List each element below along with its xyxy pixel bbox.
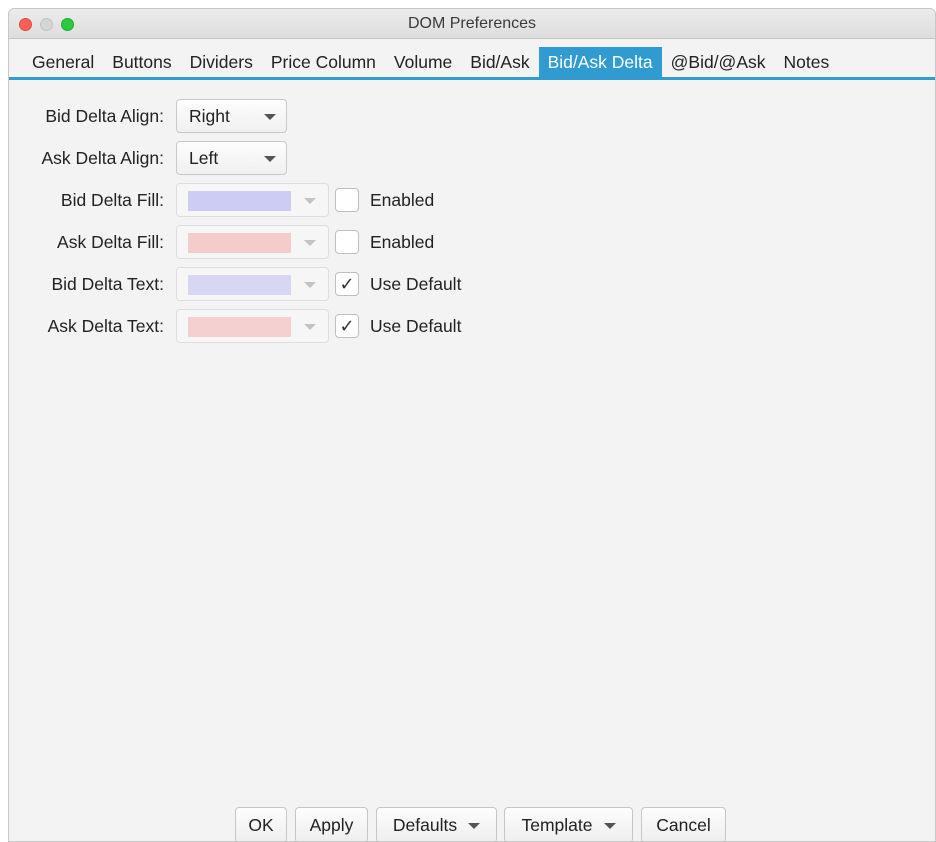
minimize-window-button[interactable]: [40, 18, 53, 31]
ask-delta-text-label: Ask Delta Text:: [47, 315, 164, 336]
bid-delta-align-label: Bid Delta Align:: [45, 105, 164, 126]
tab-general[interactable]: General: [23, 47, 103, 77]
bid-delta-fill-enabled-checkbox[interactable]: [335, 188, 359, 212]
dialog-footer: OK Apply Defaults Template Cancel: [9, 807, 935, 841]
chevron-down-icon: [304, 324, 316, 330]
bid-delta-align-select[interactable]: Right: [176, 99, 287, 133]
apply-button-label: Apply: [309, 814, 354, 835]
ask-delta-text-swatch: [188, 317, 291, 337]
preferences-window: DOM Preferences General Buttons Dividers…: [8, 8, 936, 842]
chevron-down-icon: [603, 823, 616, 829]
bid-delta-text-color-picker: [176, 267, 329, 301]
ask-delta-align-value: Left: [189, 147, 219, 168]
tab-dividers[interactable]: Dividers: [181, 47, 262, 77]
cancel-button-label: Cancel: [656, 814, 711, 835]
apply-button[interactable]: Apply: [295, 807, 368, 841]
ask-delta-fill-enabled-checkbox[interactable]: [335, 230, 359, 254]
ask-delta-fill-swatch: [188, 233, 291, 253]
chevron-down-icon: [304, 240, 316, 246]
chevron-down-icon: [264, 114, 276, 120]
ask-delta-text-use-default-label: Use Default: [370, 315, 462, 336]
ok-button-label: OK: [248, 814, 274, 835]
tab-buttons[interactable]: Buttons: [103, 47, 180, 77]
ask-delta-text-row: Ask Delta Text: ✓ Use Default: [9, 309, 461, 343]
close-window-button[interactable]: [19, 18, 32, 31]
bid-delta-text-row: Bid Delta Text: ✓ Use Default: [9, 267, 461, 301]
defaults-button-label: Defaults: [392, 814, 458, 835]
cancel-button[interactable]: Cancel: [641, 807, 726, 841]
template-button[interactable]: Template: [504, 807, 633, 841]
chevron-down-icon: [304, 282, 316, 288]
bid-delta-fill-color-picker: [176, 183, 329, 217]
ask-delta-text-color-picker: [176, 309, 329, 343]
bid-delta-align-row: Bid Delta Align: Right: [9, 99, 287, 133]
bid-delta-text-use-default-checkbox[interactable]: ✓: [335, 272, 359, 296]
ask-delta-fill-label: Ask Delta Fill:: [57, 231, 164, 252]
bid-delta-fill-enabled-label: Enabled: [370, 189, 435, 210]
ask-delta-fill-color-picker: [176, 225, 329, 259]
tab-notes[interactable]: Notes: [775, 47, 839, 77]
bid-delta-fill-swatch: [188, 191, 291, 211]
chevron-down-icon: [468, 823, 481, 829]
zoom-window-button[interactable]: [61, 18, 74, 31]
bid-delta-text-use-default-label: Use Default: [370, 273, 462, 294]
window-title: DOM Preferences: [407, 14, 537, 32]
title-bar: DOM Preferences: [9, 9, 935, 39]
bid-delta-fill-label: Bid Delta Fill:: [60, 189, 164, 210]
tab-bid-ask-delta[interactable]: Bid/Ask Delta: [538, 47, 662, 77]
ask-delta-text-use-default-checkbox[interactable]: ✓: [335, 314, 359, 338]
bid-delta-align-value: Right: [189, 105, 230, 126]
tab-bar: General Buttons Dividers Price Column Vo…: [9, 39, 935, 80]
ask-delta-align-select[interactable]: Left: [176, 141, 287, 175]
template-button-label: Template: [521, 814, 593, 835]
tab-bid-ask[interactable]: Bid/Ask: [461, 47, 538, 77]
bid-delta-text-swatch: [188, 275, 291, 295]
ask-delta-fill-row: Ask Delta Fill: Enabled: [9, 225, 434, 259]
ask-delta-align-label: Ask Delta Align:: [41, 147, 164, 168]
defaults-button[interactable]: Defaults: [376, 807, 497, 841]
ask-delta-fill-enabled-label: Enabled: [370, 231, 435, 252]
chevron-down-icon: [304, 198, 316, 204]
bid-delta-text-label: Bid Delta Text:: [51, 273, 164, 294]
tab-at-bid-at-ask[interactable]: @Bid/@Ask: [662, 47, 775, 77]
ok-button[interactable]: OK: [235, 807, 287, 841]
ask-delta-align-row: Ask Delta Align: Left: [9, 141, 287, 175]
window-controls: [19, 18, 74, 31]
tab-price-column[interactable]: Price Column: [262, 47, 385, 77]
bid-delta-fill-row: Bid Delta Fill: Enabled: [9, 183, 434, 217]
chevron-down-icon: [264, 156, 276, 162]
tab-volume[interactable]: Volume: [385, 47, 461, 77]
